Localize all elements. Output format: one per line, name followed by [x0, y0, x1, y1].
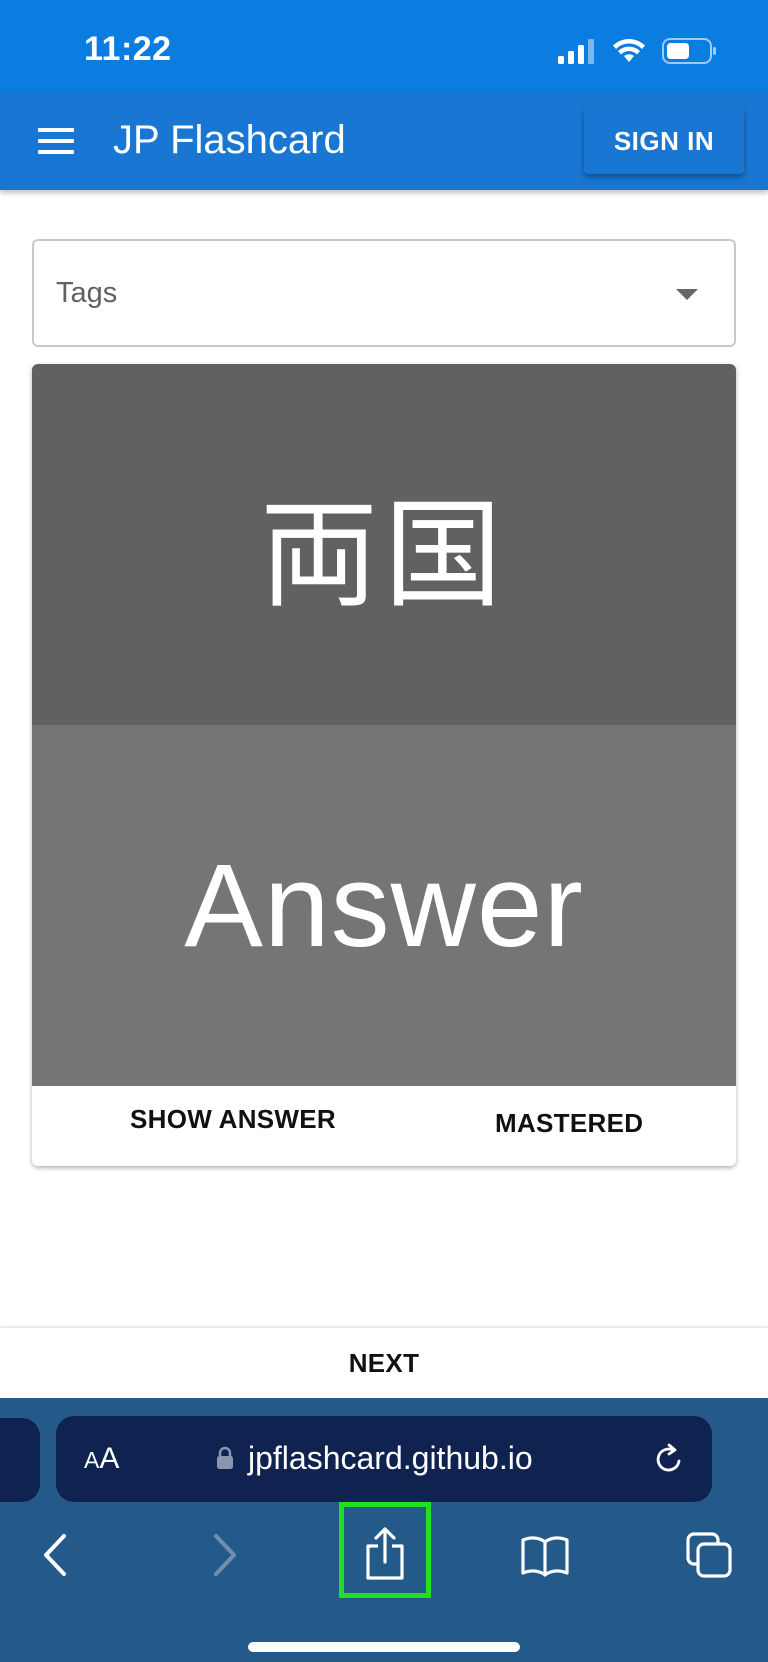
- share-highlight-box: [339, 1502, 431, 1598]
- mastered-button[interactable]: MASTERED: [495, 1108, 643, 1139]
- flashcard: 両国 Answer SHOW ANSWER MASTERED: [32, 364, 736, 1166]
- card-front-text: 両国: [259, 486, 508, 624]
- home-indicator: [248, 1642, 520, 1652]
- wifi-icon: [613, 39, 645, 62]
- back-icon[interactable]: [32, 1530, 82, 1580]
- status-icons: [558, 36, 718, 66]
- url-text: jpflashcard.github.io: [248, 1440, 533, 1476]
- browser-toolbar: AA jpflashcard.github.io: [0, 1398, 768, 1662]
- next-label: NEXT: [348, 1347, 420, 1378]
- reload-icon[interactable]: [652, 1442, 686, 1476]
- next-button[interactable]: NEXT: [0, 1328, 768, 1398]
- address-bar[interactable]: AA jpflashcard.github.io: [56, 1416, 712, 1502]
- show-answer-button[interactable]: SHOW ANSWER: [130, 1104, 336, 1135]
- hamburger-menu-icon[interactable]: [38, 128, 74, 154]
- status-bar: 11:22: [0, 0, 768, 92]
- cellular-signal-icon: [558, 39, 594, 64]
- app-bar: JP Flashcard SIGN IN: [0, 92, 768, 190]
- tabs-icon[interactable]: [684, 1530, 734, 1580]
- text-size-button[interactable]: AA: [84, 1442, 119, 1476]
- card-back-text: Answer: [184, 839, 584, 972]
- card-back: Answer: [32, 725, 736, 1086]
- card-actions: SHOW ANSWER MASTERED: [32, 1086, 736, 1166]
- dropdown-arrow-icon: [676, 289, 698, 300]
- lock-icon: [217, 1446, 233, 1469]
- forward-icon: [214, 1534, 236, 1576]
- card-front: 両国: [32, 364, 736, 725]
- status-time: 11:22: [84, 30, 172, 68]
- app-title: JP Flashcard: [113, 118, 346, 162]
- previous-tab-peek[interactable]: [0, 1418, 40, 1502]
- tags-select[interactable]: Tags: [32, 239, 736, 347]
- tags-placeholder: Tags: [56, 277, 118, 309]
- battery-icon: [662, 38, 716, 64]
- sign-in-button[interactable]: SIGN IN: [584, 108, 744, 174]
- bookmarks-icon[interactable]: [520, 1530, 570, 1580]
